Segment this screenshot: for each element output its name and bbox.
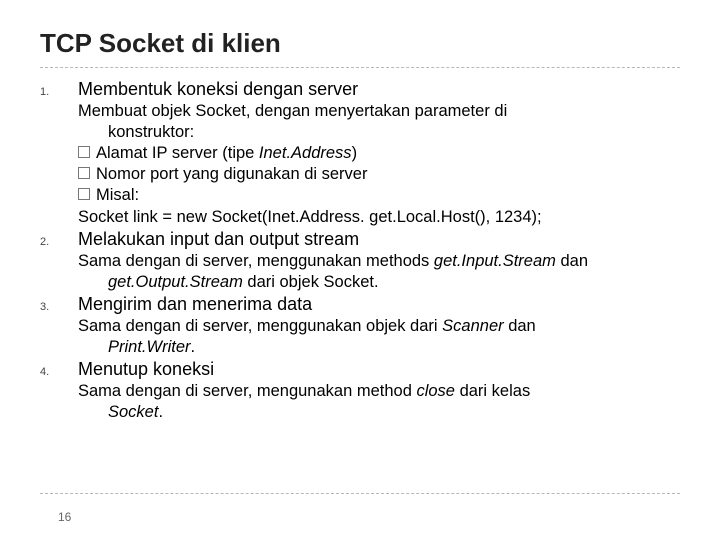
check-line: Misal: — [78, 185, 680, 206]
slide: TCP Socket di klien 1. Membentuk koneksi… — [0, 0, 720, 540]
check-line: Nomor port yang digunakan di server — [78, 164, 680, 185]
check-text: Misal: — [96, 186, 139, 204]
item-heading: Membentuk koneksi dengan server — [78, 78, 358, 101]
body-line: Sama dengan di server, mengunakan method… — [78, 381, 680, 402]
item-heading: Menutup koneksi — [78, 358, 214, 381]
list-item: 4. Menutup koneksi — [40, 358, 680, 381]
body-line: Socket. — [78, 402, 680, 423]
list-item: 1. Membentuk koneksi dengan server — [40, 78, 680, 101]
item-number: 4. — [40, 361, 78, 379]
item-heading: Melakukan input dan output stream — [78, 228, 359, 251]
item-body: Sama dengan di server, menggunakan metho… — [78, 251, 680, 293]
item-body: Sama dengan di server, mengunakan method… — [78, 381, 680, 423]
code-line: Socket link = new Socket(Inet.Address. g… — [78, 207, 680, 228]
body-line: Membuat objek Socket, dengan menyertakan… — [78, 101, 680, 122]
body-line: get.Output.Stream dari objek Socket. — [78, 272, 680, 293]
item-number: 1. — [40, 81, 78, 99]
body-line: konstruktor: — [78, 122, 680, 143]
item-heading: Mengirim dan menerima data — [78, 293, 312, 316]
list-item: 3. Mengirim dan menerima data — [40, 293, 680, 316]
list-item: 2. Melakukan input dan output stream — [40, 228, 680, 251]
footer-divider — [40, 493, 680, 494]
content-area: 1. Membentuk koneksi dengan server Membu… — [40, 78, 680, 423]
item-body: Sama dengan di server, menggunakan objek… — [78, 316, 680, 358]
item-number: 2. — [40, 231, 78, 249]
body-line: Sama dengan di server, menggunakan metho… — [78, 251, 680, 272]
slide-title: TCP Socket di klien — [40, 28, 680, 59]
check-text: Alamat IP server (tipe Inet.Address) — [96, 144, 357, 162]
page-number: 16 — [58, 510, 71, 524]
checkbox-icon — [78, 146, 90, 158]
body-line: Print.Writer. — [78, 337, 680, 358]
checkbox-icon — [78, 167, 90, 179]
checkbox-icon — [78, 188, 90, 200]
title-divider — [40, 67, 680, 68]
check-text: Nomor port yang digunakan di server — [96, 165, 367, 183]
check-line: Alamat IP server (tipe Inet.Address) — [78, 143, 680, 164]
body-line: Sama dengan di server, menggunakan objek… — [78, 316, 680, 337]
item-body: Membuat objek Socket, dengan menyertakan… — [78, 101, 680, 228]
item-number: 3. — [40, 296, 78, 314]
